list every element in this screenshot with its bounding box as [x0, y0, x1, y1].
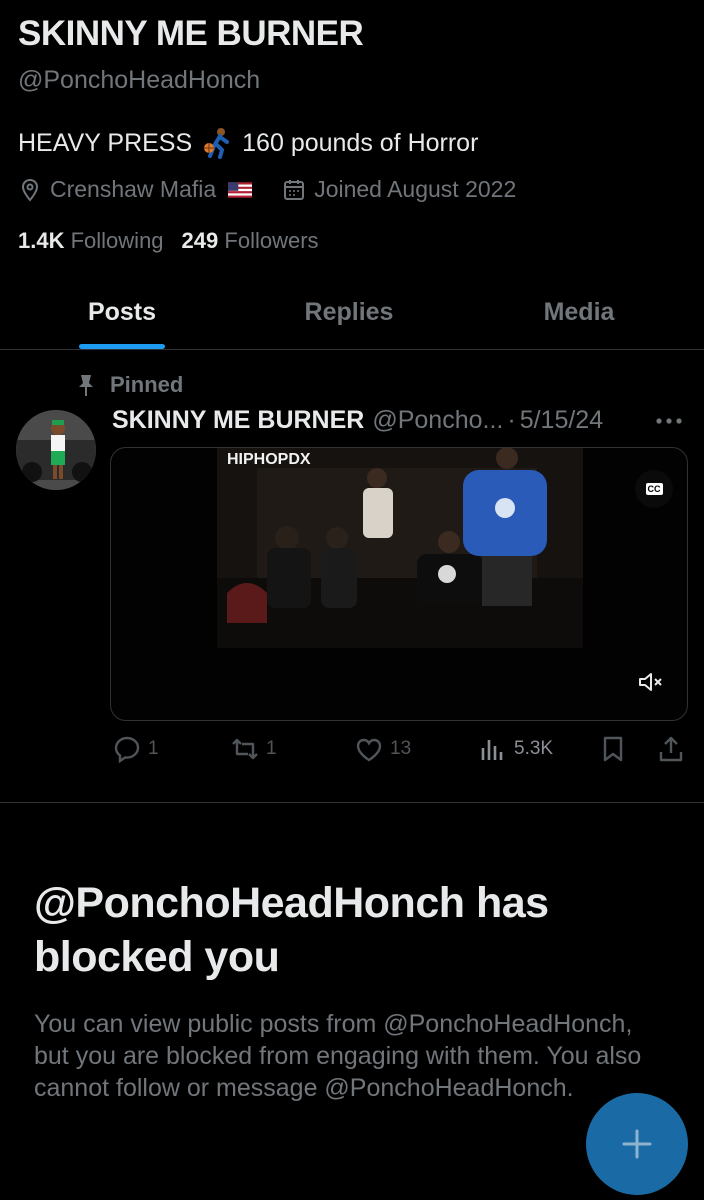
- joined-text: Joined August 2022: [314, 176, 517, 202]
- pin-icon: [79, 375, 93, 396]
- post-author-name[interactable]: SKINNY ME BURNER: [112, 406, 364, 435]
- like-count: 13: [390, 738, 412, 759]
- like-icon: [356, 738, 382, 762]
- tab-posts[interactable]: Posts: [0, 276, 244, 349]
- post-actions: 1 1 13 5.3K: [112, 734, 687, 770]
- followers-link[interactable]: 249 Followers: [182, 228, 319, 254]
- divider: [0, 802, 704, 803]
- profile-meta: Crenshaw Mafia Joined August 2022: [18, 176, 546, 203]
- post-header: SKINNY ME BURNER @Poncho... · 5/15/24: [112, 406, 603, 435]
- like-button[interactable]: 13: [354, 734, 411, 764]
- profile-tabs: Posts Replies Media: [0, 276, 704, 350]
- joined-date: Joined August 2022: [282, 176, 516, 203]
- pinned-label: Pinned: [76, 372, 183, 398]
- separator-dot: ·: [507, 406, 516, 434]
- following-link[interactable]: 1.4K Following: [18, 228, 164, 254]
- profile-handle: @PonchoHeadHonch: [18, 66, 261, 94]
- reply-icon: [114, 736, 140, 764]
- views-icon: [481, 740, 503, 760]
- video-watermark: HIPHOPDX: [227, 451, 311, 468]
- blocked-message: You can view public posts from @PonchoHe…: [34, 1010, 642, 1102]
- bookmark-button[interactable]: [598, 734, 628, 764]
- tab-replies[interactable]: Replies: [244, 276, 454, 349]
- us-flag-icon: [228, 181, 253, 198]
- share-icon: [659, 736, 683, 762]
- reply-count: 1: [148, 738, 159, 759]
- compose-button[interactable]: [586, 1093, 688, 1195]
- more-icon[interactable]: [654, 414, 684, 428]
- reply-button[interactable]: 1: [112, 734, 159, 764]
- bookmark-icon: [603, 736, 623, 762]
- blocked-title: @PonchoHeadHonch has blocked you: [34, 879, 549, 981]
- repost-button[interactable]: 1: [230, 734, 277, 764]
- location: Crenshaw Mafia: [18, 176, 253, 203]
- cc-icon: CC: [645, 483, 663, 495]
- location-icon: [21, 178, 39, 202]
- tab-media[interactable]: Media: [454, 276, 704, 349]
- follow-stats: 1.4K Following 249 Followers: [18, 228, 319, 254]
- closed-captions-button[interactable]: CC: [635, 470, 673, 508]
- post-date[interactable]: 5/15/24: [520, 406, 603, 435]
- share-button[interactable]: [656, 734, 686, 764]
- basketball-player-emoji-icon: [204, 128, 230, 159]
- avatar[interactable]: [16, 410, 96, 490]
- location-text: Crenshaw Mafia: [50, 176, 217, 202]
- bio-text-start: HEAVY PRESS: [18, 128, 193, 157]
- profile-bio: HEAVY PRESS 160 pounds of Horror: [18, 126, 478, 160]
- calendar-icon: [284, 179, 305, 200]
- post-author-handle[interactable]: @Poncho...: [372, 406, 503, 435]
- repost-icon: [232, 738, 258, 760]
- video-media[interactable]: HIPHOPDX CC: [110, 447, 688, 721]
- profile-name: SKINNY ME BURNER: [18, 14, 364, 53]
- video-thumbnail: HIPHOPDX: [217, 448, 583, 648]
- views-count: 5.3K: [514, 738, 554, 759]
- mute-icon[interactable]: [637, 670, 665, 694]
- avatar-image: [16, 410, 96, 490]
- plus-icon: [622, 1129, 652, 1159]
- views-button[interactable]: 5.3K: [478, 734, 553, 764]
- bio-text-end: 160 pounds of Horror: [242, 128, 479, 157]
- repost-count: 1: [266, 738, 277, 759]
